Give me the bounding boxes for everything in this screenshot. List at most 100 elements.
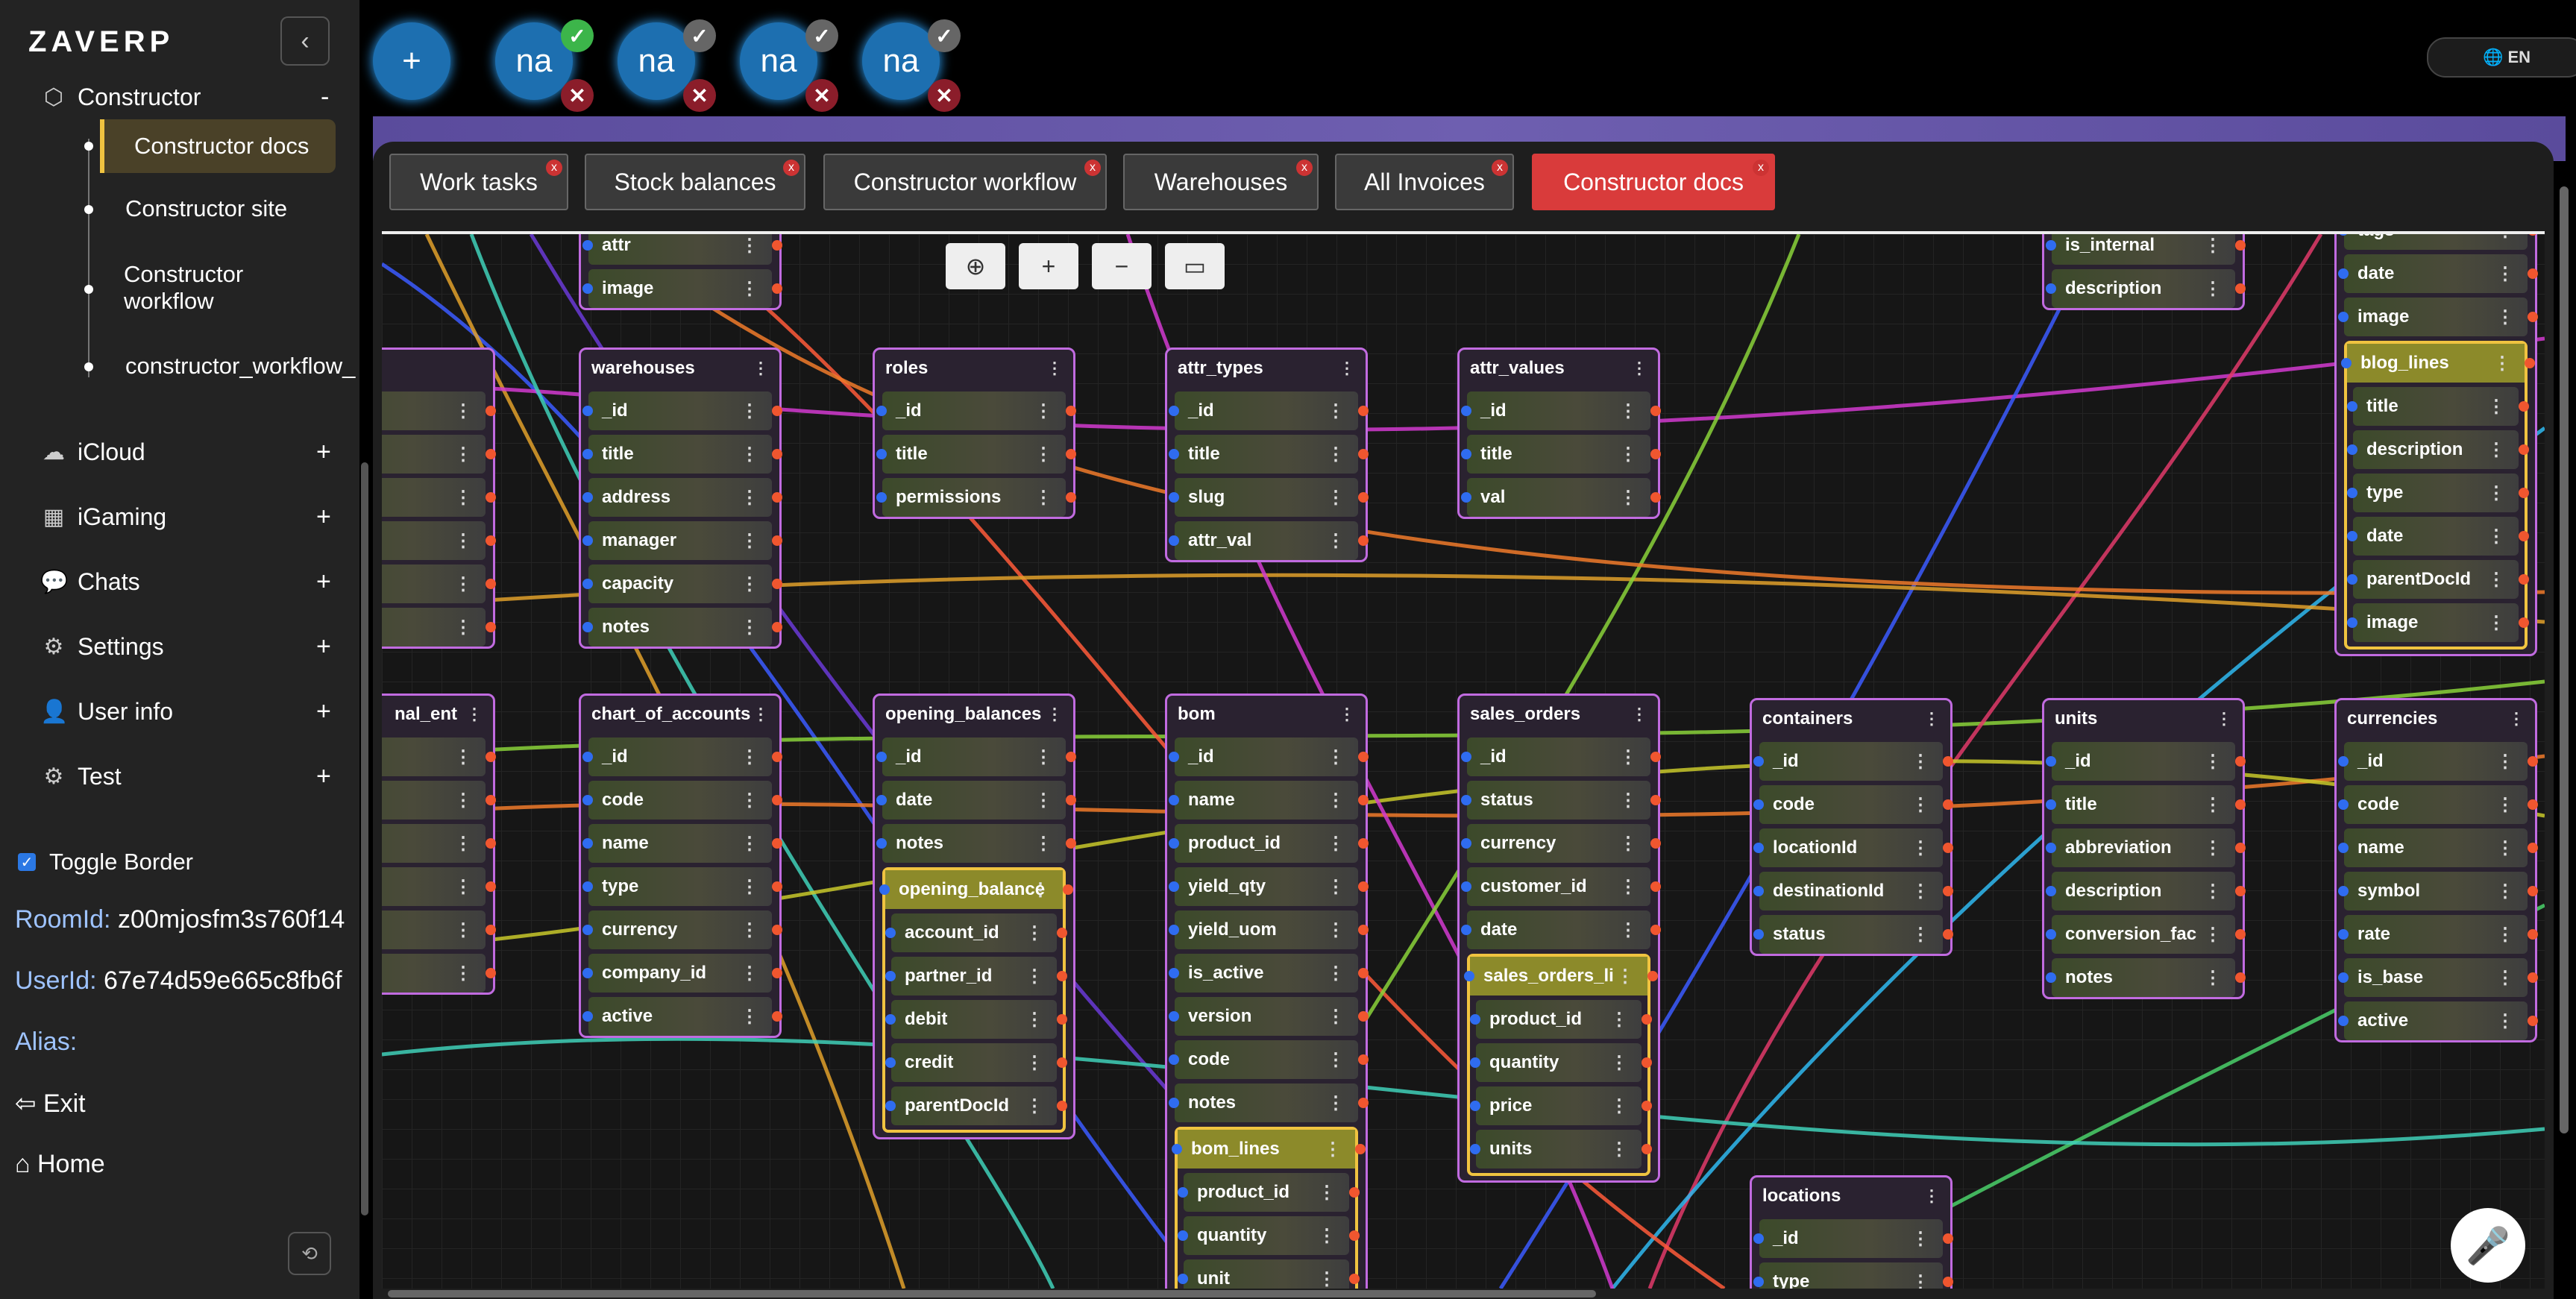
more-icon[interactable]: ⋮ [741,444,758,465]
more-icon[interactable]: ⋮ [2487,439,2505,461]
more-icon[interactable]: ⋮ [2204,924,2222,946]
more-icon[interactable]: ⋮ [1327,963,1345,984]
more-icon[interactable]: ⋮ [741,746,758,768]
input-port[interactable] [2046,240,2056,251]
more-icon[interactable]: ⋮ [454,833,472,855]
input-port[interactable] [1461,925,1471,935]
sidebar-item-constructor-workflow[interactable]: Constructor workflow [124,261,288,315]
node-field[interactable]: _id ⋮ [1753,742,1953,781]
node-field[interactable]: code ⋮ [582,781,782,820]
node-field[interactable]: is_internal ⋮ [2046,234,2246,265]
output-port[interactable] [772,1011,782,1022]
menu-user-info[interactable]: 👤 User info + [40,697,331,726]
node-field[interactable]: ⋮ [382,391,496,430]
more-icon[interactable]: ⋮ [741,790,758,811]
node-field[interactable]: _id ⋮ [1753,1219,1953,1258]
input-port[interactable] [582,881,593,892]
more-icon[interactable]: ⋮ [741,278,758,300]
sidebar-item-constructor-docs[interactable]: Constructor docs [100,119,336,173]
more-icon[interactable]: ⋮ [1327,487,1345,509]
more-icon[interactable]: ⋮ [1327,1092,1345,1114]
more-icon[interactable]: ⋮ [1025,1095,1043,1117]
output-port[interactable] [2528,843,2538,853]
node-field[interactable]: attr ⋮ [582,234,782,265]
more-icon[interactable]: ⋮ [2493,353,2511,374]
input-port[interactable] [2046,886,2056,896]
output-port[interactable] [772,449,782,459]
node-field[interactable]: _id ⋮ [582,391,782,430]
more-icon[interactable]: ⋮ [1318,1268,1336,1289]
more-icon[interactable]: ⋮ [2487,526,2505,547]
more-icon[interactable]: ⋮ [2496,837,2514,859]
more-icon[interactable]: ⋮ [741,400,758,422]
more-icon[interactable]: ⋮ [2496,263,2514,285]
output-port[interactable] [772,406,782,416]
input-port[interactable] [1753,799,1764,810]
output-port[interactable] [772,968,782,978]
output-port[interactable] [1349,1274,1360,1284]
more-icon[interactable]: ⋮ [2487,396,2505,418]
input-port[interactable] [1169,881,1179,892]
more-icon[interactable]: ⋮ [1324,1139,1342,1160]
node-field[interactable]: e_proc⋮ [382,564,496,603]
output-port[interactable] [1358,752,1369,762]
output-port[interactable] [1066,492,1076,503]
menu-igaming[interactable]: ▦ iGaming + [40,503,331,531]
input-port[interactable] [1169,406,1179,416]
node-field[interactable]: ⋮ [382,954,496,993]
input-port[interactable] [2347,401,2357,412]
input-port[interactable] [2338,312,2349,322]
center-view-button[interactable]: ⊕ [946,243,1005,289]
input-port[interactable] [1753,1233,1764,1244]
node-field[interactable]: code ⋮ [2338,785,2538,824]
output-port[interactable] [2235,929,2246,940]
more-icon[interactable]: ⋮ [1619,444,1637,465]
output-port[interactable] [1358,881,1369,892]
node-field[interactable]: is_base ⋮ [2338,958,2538,997]
remove-icon[interactable]: ✕ [928,79,961,112]
node-field[interactable]: currency ⋮ [582,910,782,949]
output-port[interactable] [1358,449,1369,459]
add-participant-button[interactable]: + [373,22,450,100]
node-field[interactable]: symbol ⋮ [2338,872,2538,910]
input-port[interactable] [885,928,896,938]
output-port[interactable] [1358,406,1369,416]
node-field[interactable]: slug ⋮ [1169,478,1369,517]
node-field[interactable]: _id ⋮ [582,737,782,776]
node-field[interactable]: val ⋮ [1461,478,1661,517]
more-icon[interactable]: ⋮ [1911,837,1929,859]
input-port[interactable] [1169,1054,1179,1065]
node-field[interactable]: notes ⋮ [876,824,1076,863]
zoom-in-button[interactable]: + [1019,243,1078,289]
home-link[interactable]: ⌂ Home [15,1150,358,1179]
output-port[interactable] [1066,838,1076,849]
input-port[interactable] [1753,929,1764,940]
more-icon[interactable]: ⋮ [1034,833,1052,855]
node-field[interactable]: date ⋮ [1461,910,1661,949]
nested-group[interactable]: sales_orders_li ⋮ product_id ⋮ quantity ⋮ pric… [1464,954,1658,1176]
sidebar-item-constructor-site[interactable]: Constructor site [125,195,287,222]
output-port[interactable] [1066,449,1076,459]
more-icon[interactable]: ⋮ [1619,919,1637,941]
more-icon[interactable]: ⋮ [741,573,758,595]
input-port[interactable] [1178,1230,1188,1241]
input-port[interactable] [582,925,593,935]
output-port[interactable] [2525,358,2535,368]
output-port[interactable] [772,535,782,546]
node-attr-types[interactable]: attr_types ⋮ _id ⋮ title ⋮ slug ⋮ attr_val ⋮ [1165,347,1369,562]
node-field[interactable]: _id ⋮ [1461,737,1661,776]
input-port[interactable] [1169,838,1179,849]
nested-group[interactable]: bom_lines ⋮ product_id ⋮ quantity ⋮ unit ⋮ [1172,1127,1366,1289]
input-port[interactable] [582,406,593,416]
output-port[interactable] [2528,972,2538,983]
more-icon[interactable]: ⋮ [1610,1139,1628,1160]
node-field[interactable]: code ⋮ [1169,1040,1369,1079]
node-field[interactable]: active ⋮ [2338,1001,2538,1040]
more-icon[interactable]: ⋮ [1025,966,1043,987]
more-icon[interactable]: ⋮ [2496,967,2514,989]
more-icon[interactable]: ⋮ [1619,833,1637,855]
node-field[interactable]: currency ⋮ [1461,824,1661,863]
more-icon[interactable]: ⋮ [1327,1006,1345,1028]
more-icon[interactable]: ⋮ [1327,746,1345,768]
more-icon[interactable]: ⋮ [2508,709,2525,729]
